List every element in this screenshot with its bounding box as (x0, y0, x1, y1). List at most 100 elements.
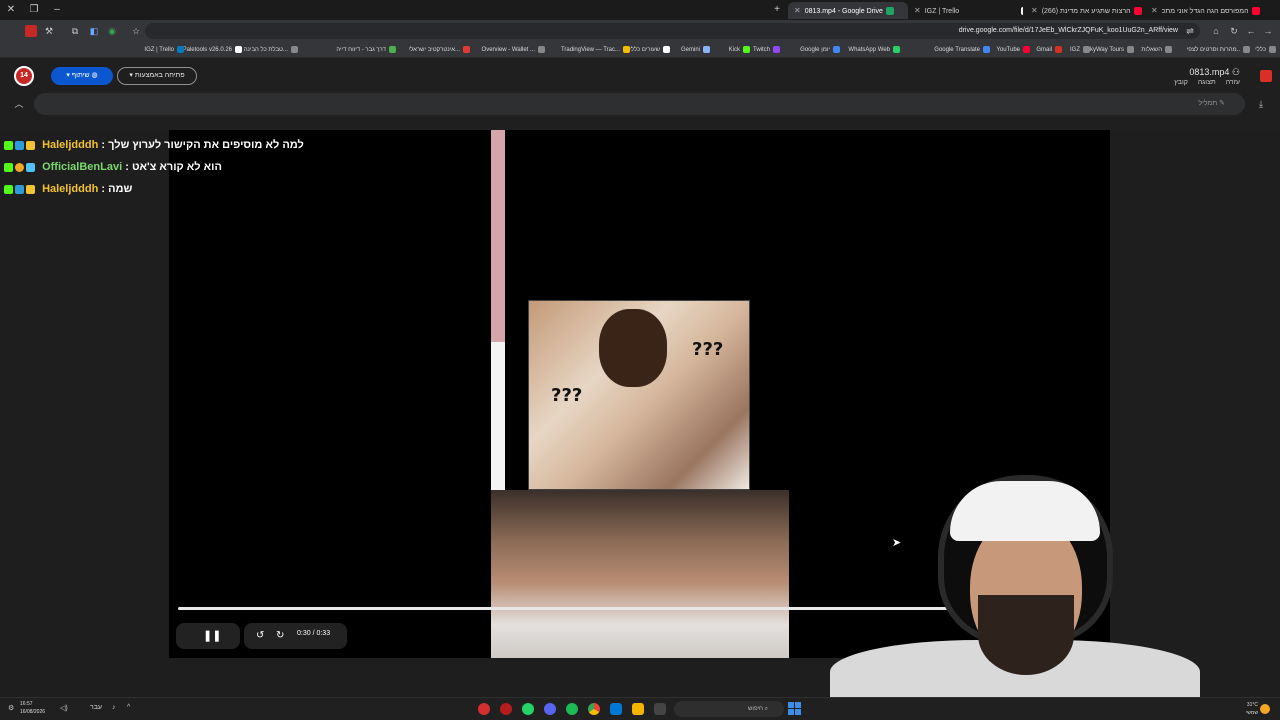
speaker-icon[interactable]: ◁) (60, 704, 68, 712)
kick-badge-icon (4, 184, 13, 194)
bookmark-item[interactable]: אינטרקטיב ישראלי... (409, 45, 470, 55)
whatsapp-icon[interactable] (522, 703, 534, 715)
menu-file[interactable]: קובץ (1174, 79, 1188, 86)
bookmark-item[interactable]: TradingView — Trac... (561, 45, 630, 55)
file-explorer-icon[interactable] (632, 703, 644, 715)
open-with-button[interactable]: ▾ פתיחה באמצעות (117, 67, 197, 85)
microphone-icon[interactable]: ♪ (112, 704, 116, 711)
system-clock[interactable]: 16:57 16/08/2026 (20, 700, 45, 716)
subscriber-badge-icon (15, 184, 24, 194)
subscriber-badge-icon (26, 162, 35, 172)
app-icon[interactable] (500, 703, 512, 715)
back-icon[interactable]: ← (1245, 25, 1257, 37)
close-tab-icon[interactable]: ✕ (1031, 6, 1038, 15)
subscriber-badge-icon (15, 140, 24, 150)
settings-icon[interactable]: ⚙ (8, 704, 14, 712)
chat-message: Haleljdddh : למה לא מוסיפים את הקישור לע… (4, 137, 334, 159)
gift-badge-icon (26, 184, 35, 194)
close-tab-icon[interactable]: ✕ (1151, 6, 1158, 15)
bookmark-item[interactable]: WhatsApp Web (848, 45, 900, 55)
forward-10-icon[interactable]: ↻ (276, 629, 284, 643)
chat-text: : שמה (101, 183, 133, 195)
bookmark-item[interactable]: שעורים כללי (629, 45, 670, 55)
reload-icon[interactable]: ↻ (1228, 25, 1240, 37)
store-icon[interactable] (610, 703, 622, 715)
file-menu: עזרה תצוגה קובץ (1166, 79, 1240, 86)
app-logo[interactable]: 14 (14, 66, 34, 86)
bookmark-item[interactable]: Google יומן (800, 45, 840, 55)
webcam-cap (950, 481, 1100, 541)
weather-widget[interactable]: 31°C שמשי (1246, 701, 1258, 717)
close-window-icon[interactable]: ✕ (4, 3, 18, 17)
bookmark-star-icon[interactable]: ☆ (130, 25, 142, 37)
globe-icon: ◍ (89, 72, 98, 79)
menu-help[interactable]: עזרה (1226, 79, 1240, 86)
bookmark-item[interactable]: טבלת כל הבינה הוו... (235, 45, 298, 55)
bookmark-item[interactable]: Paletools v26.0.26 (183, 45, 242, 55)
chat-text: : למה לא מוסיפים את הקישור לערוץ שלך (101, 139, 304, 151)
bookmark-item[interactable]: כללי (1255, 45, 1276, 55)
bookmark-item[interactable]: Gemini (681, 45, 710, 55)
time-display: 0:30 / 0:33 (297, 630, 331, 637)
bookmark-item[interactable]: מהרות וסרטים לצפי.. (1187, 45, 1250, 55)
new-tab-icon[interactable]: + (770, 3, 784, 17)
tab-trello[interactable]: ✕ IGZ | Trello (908, 2, 1023, 19)
tab-drive[interactable]: ✕ 0813.mp4 - Google Drive (788, 2, 908, 19)
language-indicator[interactable]: עבר (90, 704, 102, 711)
extension-icon[interactable]: ◉ (106, 25, 118, 37)
spotify-icon[interactable] (566, 703, 578, 715)
chat-text: : הוא לא קורא צ'אט (125, 161, 222, 173)
discord-icon[interactable] (544, 703, 556, 715)
bookmark-item[interactable]: דרך גבר - דיווח דייה (336, 45, 396, 55)
rewind-10-icon[interactable]: ↺ (256, 629, 264, 643)
kick-badge-icon (4, 162, 13, 172)
download-icon[interactable]: ⤓ (1254, 97, 1268, 111)
close-tab-icon[interactable]: ✕ (914, 6, 921, 15)
streamer-webcam (830, 475, 1200, 720)
restore-window-icon[interactable]: ❐ (27, 3, 41, 17)
bookmark-item[interactable]: IGZ (1070, 45, 1090, 55)
bookmark-item[interactable]: Gmail (1036, 45, 1062, 55)
app-icon[interactable] (478, 703, 490, 715)
video-file-icon (1260, 70, 1272, 82)
minimize-window-icon[interactable]: – (50, 3, 64, 17)
chevron-up-icon[interactable]: ︿ (11, 96, 27, 112)
windows-start-icon[interactable] (788, 702, 801, 715)
transcript-bar[interactable]: תמליל ✎ (34, 93, 1245, 115)
transcript-hint: תמליל ✎ (1198, 100, 1225, 107)
bookmark-item[interactable]: YouTube (996, 45, 1030, 55)
home-icon[interactable]: ⌂ (1210, 25, 1222, 37)
file-title: 0813.mp4 ⚇ (1189, 67, 1240, 77)
site-settings-icon[interactable]: ⇌ (1184, 25, 1196, 37)
browser-tab-strip: ✕ ❐ – + ✕ 0813.mp4 - Google Drive ✕ IGZ | … (0, 0, 1280, 20)
address-bar[interactable]: drive.google.com/file/d/17JeEb_WlCkrZJQF… (145, 23, 1200, 39)
app-icon[interactable] (654, 703, 666, 715)
extension-icon[interactable] (25, 25, 37, 37)
taskbar-search[interactable]: חיפוש ⌕ (674, 701, 784, 717)
extensions-puzzle-icon[interactable]: ⧉ (69, 25, 81, 37)
forward-icon[interactable]: → (1262, 25, 1274, 37)
bookmark-item[interactable]: IGZ | Trello (144, 45, 184, 55)
sun-icon (1260, 704, 1270, 714)
chat-message: OfficialBenLavi : הוא לא קורא צ'אט (4, 159, 334, 181)
bookmark-item[interactable]: SkyWay Tours (1086, 45, 1134, 55)
bookmark-item[interactable]: Overview - Wallet ... (482, 45, 545, 55)
share-button[interactable]: ▾ שיתוף ◍ (51, 67, 113, 85)
pause-button[interactable]: ❚❚ (176, 623, 240, 649)
bookmark-item[interactable]: השאלות (1141, 45, 1172, 55)
chat-username: OfficialBenLavi (42, 161, 123, 173)
extension-icon[interactable]: ◧ (88, 25, 100, 37)
menu-view[interactable]: תצוגה (1198, 79, 1216, 86)
browser-toolbar: ⚒ ⧉ ◧ ◉ ☆ drive.google.com/file/d/17JeEb… (0, 20, 1280, 42)
trello-favicon-icon (1021, 7, 1023, 16)
tab-youtube-2[interactable]: ✕ המפורסם הגה הגדל אוני מתכ (1145, 2, 1265, 19)
drive-header: 14 ▾ שיתוף ◍ ▾ פתיחה באמצעות 0813.mp4 ⚇ … (0, 58, 1280, 130)
bookmark-item[interactable]: Kick (729, 45, 750, 55)
tray-chevron-icon[interactable]: ^ (127, 704, 130, 711)
extension-icon[interactable]: ⚒ (43, 25, 55, 37)
close-tab-icon[interactable]: ✕ (794, 6, 801, 15)
bookmark-item[interactable]: Twitch (753, 45, 780, 55)
chrome-icon[interactable] (588, 703, 600, 715)
bookmark-item[interactable]: Google Translate (934, 45, 990, 55)
tab-youtube-1[interactable]: ✕ (266) הרצות שתגיע את מדינת (1025, 2, 1143, 19)
